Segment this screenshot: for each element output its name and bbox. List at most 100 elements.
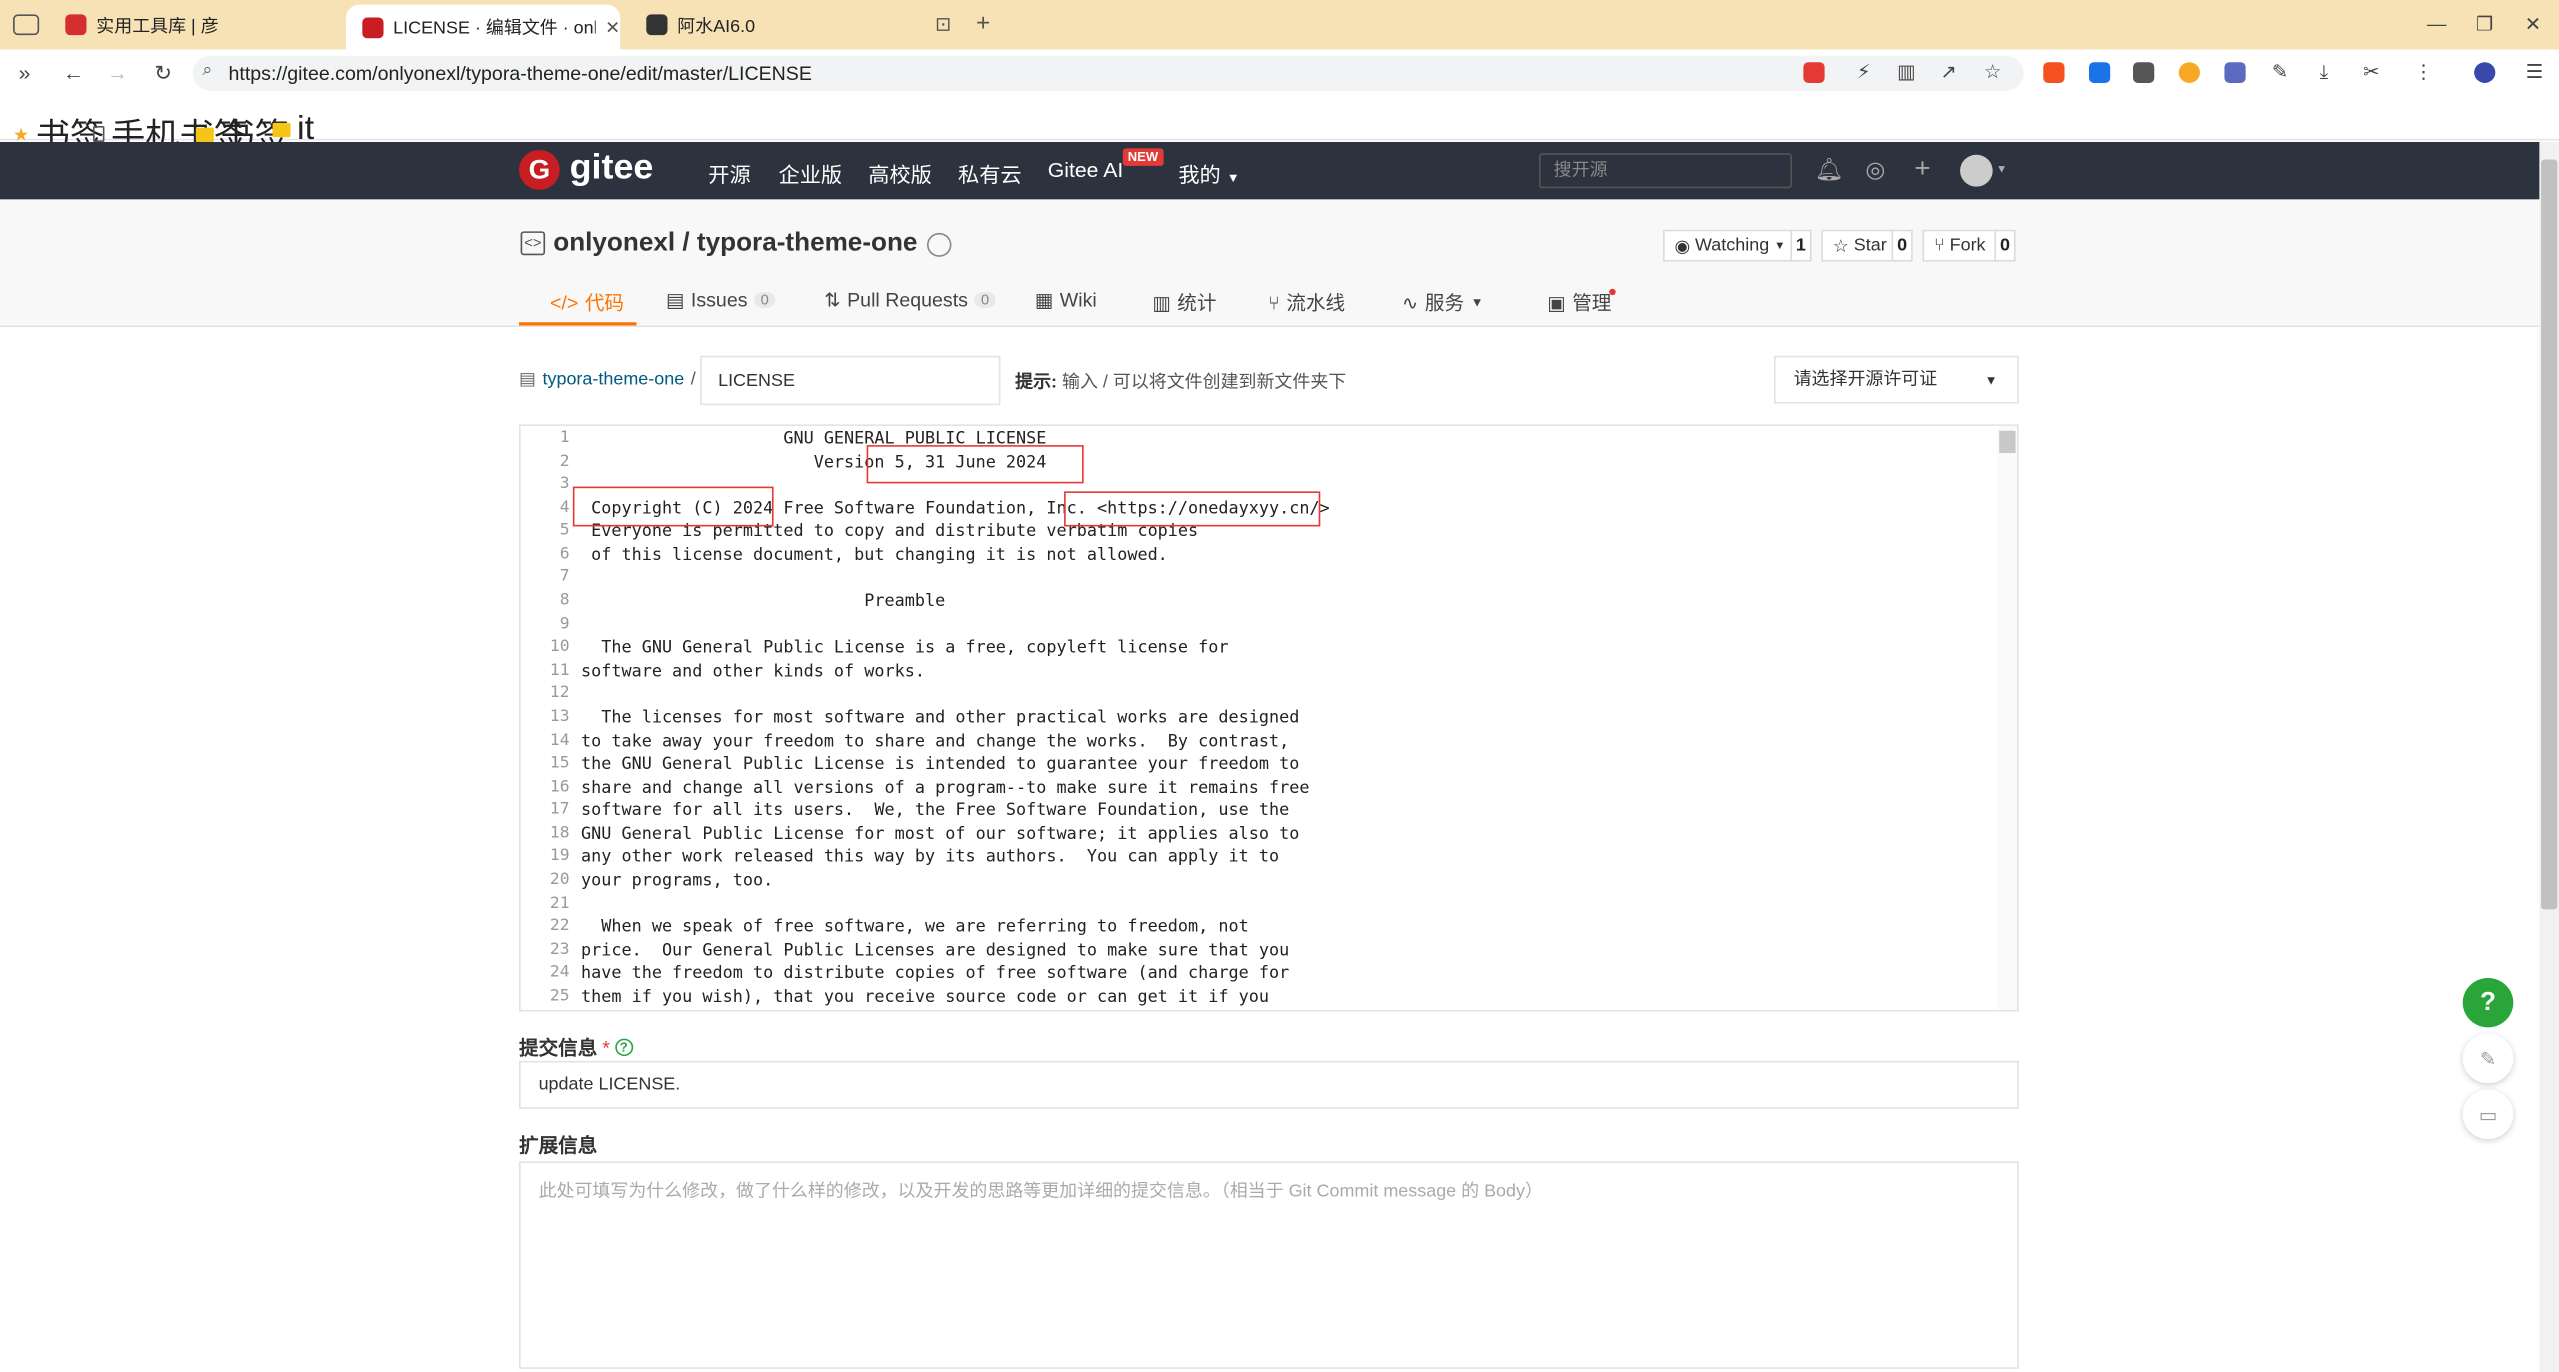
location-pin-icon[interactable]: ◎ [1865,156,1885,183]
chevron-down-icon: ▼ [1470,295,1484,310]
tab-favicon [65,14,87,36]
tab-search-icon[interactable]: ⊡ [935,13,951,35]
new-tab-icon[interactable]: + [976,10,990,37]
watch-button[interactable]: ◉ Watching ▼ [1663,229,1797,262]
line-number: 10 [549,638,570,657]
line-number: 25 [549,987,570,1005]
nav-enterprise[interactable]: 企业版 [778,158,842,188]
tab-wiki[interactable]: ▦ Wiki [1035,289,1097,311]
line-number: 2 [559,452,570,470]
book-icon[interactable]: ▥ [1893,61,1919,83]
bookmark-star-icon[interactable]: ☆ [1980,61,2006,83]
line-number: 24 [549,964,570,982]
commit-message-input[interactable]: update LICENSE. [518,1060,2019,1109]
fork-button[interactable]: ⑂ Fork [1922,229,1997,262]
feedback-edit-icon[interactable]: ✎ [2462,1033,2514,1084]
tab-manage[interactable]: ▣ 管理 [1547,289,1611,316]
chat-icon[interactable]: ▭ [2462,1089,2514,1140]
address-bar[interactable]: ⌕ https://gitee.com/onlyonexl/typora-the… [192,55,2024,91]
tab-close-icon[interactable]: ✕ [605,17,620,37]
repo-owner[interactable]: onlyonexl [553,230,675,257]
page-scroll-thumb[interactable] [2541,159,2558,910]
code-editor[interactable]: 1 GNU GENERAL PUBLIC LICENSE 2 Version 5,… [518,424,2019,1012]
line-number: 20 [549,871,570,889]
star-label: Star [1853,236,1887,256]
nav-mine[interactable]: 我的 ▼ [1178,158,1239,188]
tab-pipeline-label: 流水线 [1286,291,1346,315]
commit-message-label: 提交信息 * ? [519,1034,633,1061]
tab-services[interactable]: ∿ 服务 ▼ [1402,289,1484,316]
gitee-search-input[interactable]: 搜开源 [1538,153,1792,189]
active-tab-underline [518,322,637,326]
back-icon[interactable]: ← [60,61,86,85]
repo-title[interactable]: onlyonexl / typora-theme-one [553,230,917,259]
extended-info-textarea[interactable]: 此处可填写为什么修改，做了什么样的修改，以及开发的思路等更加详细的提交信息。（相… [518,1161,2019,1369]
forward-icon[interactable]: → [104,61,130,85]
minimize-icon[interactable]: — [2427,13,2447,35]
chevron-down-icon[interactable]: ▼ [1996,164,2007,175]
code-icon: </> [549,291,579,314]
code-line: to take away your freedom to share and c… [580,731,1290,751]
menu-dots-icon[interactable]: ⋮ [2410,61,2436,83]
tab-pull-requests[interactable]: ⇅ Pull Requests 0 [824,289,996,311]
reload-icon[interactable]: ↻ [150,61,176,87]
required-mark: * [602,1036,610,1059]
line-number: 17 [549,801,570,819]
tab-code-label: 代码 [584,291,625,315]
close-window-icon[interactable]: ✕ [2525,13,2541,35]
plus-icon[interactable]: + [1914,153,1930,185]
browser-tab-2-active[interactable]: LICENSE · 编辑文件 · onlyone ✕ [345,4,621,50]
pdf-extension-icon[interactable] [2043,62,2065,83]
hamburger-icon[interactable]: ☰ [2521,61,2547,83]
restore-icon[interactable]: ❐ [2476,13,2494,35]
reader-icon[interactable] [1803,62,1825,83]
star-outline-icon: ☆ [1832,236,1849,257]
manage-notification-dot [1609,288,1616,296]
bookmarks-bar [0,97,2559,141]
filename-input[interactable]: LICENSE [700,355,1001,406]
screenshot-icon[interactable]: ✂ [2358,61,2384,83]
watch-count[interactable]: 1 [1790,229,1812,262]
tab-title: 实用工具库 | 彦 [96,16,219,36]
bolt-icon[interactable]: ⚡ [1851,61,1877,83]
browser-tab-1[interactable]: 实用工具库 | 彦 [49,0,343,49]
tab-title: LICENSE · 编辑文件 · onlyone [393,19,596,39]
share-icon[interactable]: ↗ [1936,61,1962,83]
fork-count[interactable]: 0 [1994,229,2016,262]
extension-icon[interactable] [2178,62,2200,83]
star-count[interactable]: 0 [1891,229,1913,262]
license-select[interactable]: 请选择开源许可证 ▼ [1774,355,2019,404]
gitee-logo-icon[interactable]: G [518,149,560,190]
editor-scrollbar[interactable] [1997,425,2018,1010]
tab-pipeline[interactable]: ⑂ 流水线 [1268,289,1345,316]
editor-scroll-thumb[interactable] [1999,430,2016,454]
notification-bell-icon[interactable]: 🔔︎ [1815,156,1844,183]
star-button[interactable]: ☆ Star [1821,229,1899,262]
sidebar-toggle-icon[interactable] [13,14,40,36]
nav-open-source[interactable]: 开源 [708,158,750,188]
extension-icon[interactable] [2224,62,2246,83]
chevron-down-icon: ▼ [1774,240,1786,252]
browser-tab-3[interactable]: 阿水AI6.0 [630,0,924,49]
code-line: have the freedom to distribute copies of… [580,964,1290,984]
nav-private-cloud[interactable]: 私有云 [958,158,1022,188]
help-circle-icon[interactable]: ? [614,1038,633,1057]
line-number: 4 [559,498,570,517]
user-avatar[interactable] [1960,154,1993,187]
repo-name[interactable]: typora-theme-one [697,230,918,257]
tab-code[interactable]: </> 代码 [550,289,624,316]
extension-icon[interactable] [2088,62,2111,83]
tab-stats[interactable]: ▥ 统计 [1152,289,1216,316]
nav-gitee-ai[interactable]: Gitee AI [1048,158,1123,182]
tab-issues[interactable]: ▤ Issues 0 [666,289,776,311]
help-button[interactable]: ? [2462,977,2514,1028]
line-number: 5 [559,522,570,540]
qr-extension-icon[interactable] [2133,62,2155,83]
nav-education[interactable]: 高校版 [868,158,932,188]
gitee-logo-text[interactable]: gitee [570,147,654,188]
edit-extension-icon[interactable]: ✎ [2267,61,2293,83]
expand-icon[interactable]: » [11,61,37,85]
download-icon[interactable]: ⤓ [2311,61,2337,85]
breadcrumb-repo-link[interactable]: typora-theme-one [542,369,684,388]
profile-avatar[interactable] [2474,62,2496,83]
